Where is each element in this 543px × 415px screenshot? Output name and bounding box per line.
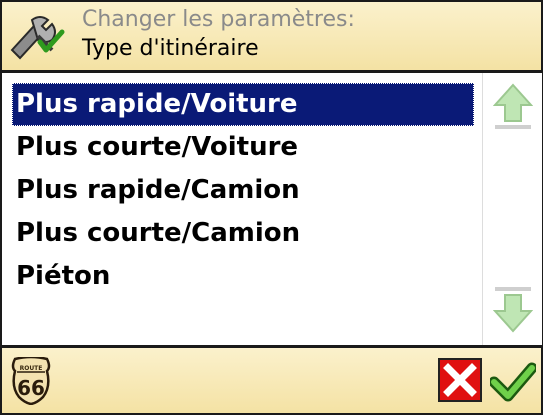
list-item-plus-rapide-camion[interactable]: Plus rapide/Camion xyxy=(12,169,474,212)
settings-tools-icon xyxy=(10,16,65,60)
route-66-logo: ROUTE 66 xyxy=(11,357,51,405)
route-badge-top: ROUTE xyxy=(19,365,43,372)
footer-bar: ROUTE 66 xyxy=(2,345,541,413)
arrow-down-icon[interactable] xyxy=(493,283,533,335)
list-item-plus-rapide-voiture[interactable]: Plus rapide/Voiture xyxy=(12,83,474,126)
scrollbar xyxy=(482,73,542,345)
ok-button[interactable] xyxy=(490,358,536,402)
close-icon xyxy=(443,363,477,397)
list-item-plus-courte-camion[interactable]: Plus courte/Camion xyxy=(12,212,474,255)
header-subtitle: Changer les paramètres: xyxy=(82,7,355,32)
list-item-pieton[interactable]: Piéton xyxy=(12,255,474,298)
route-badge-number: 66 xyxy=(17,376,45,400)
dialog-window: Changer les paramètres: Type d'itinérair… xyxy=(0,0,543,415)
cancel-button[interactable] xyxy=(438,358,482,402)
header-bar: Changer les paramètres: Type d'itinérair… xyxy=(2,2,541,73)
arrow-up-icon[interactable] xyxy=(493,81,533,133)
list-item-plus-courte-voiture[interactable]: Plus courte/Voiture xyxy=(12,126,474,169)
page-title: Type d'itinéraire xyxy=(82,36,259,61)
route-type-list: Plus rapide/Voiture Plus courte/Voiture … xyxy=(2,73,482,345)
